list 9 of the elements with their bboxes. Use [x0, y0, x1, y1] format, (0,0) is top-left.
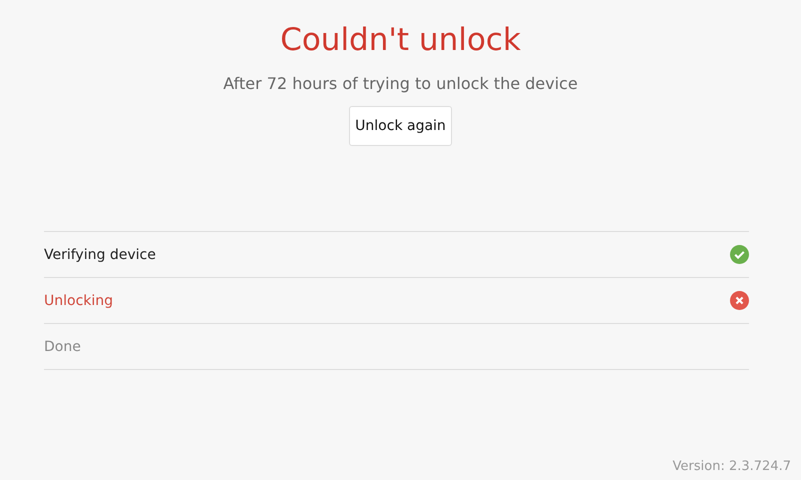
- error-title: Couldn't unlock: [280, 21, 521, 60]
- step-label: Done: [44, 338, 81, 354]
- check-icon: [730, 245, 749, 264]
- error-icon: [730, 291, 749, 310]
- step-label: Unlocking: [44, 292, 114, 308]
- subtitle: After 72 hours of trying to unlock the device: [223, 74, 578, 93]
- version-label: Version: 2.3.724.7: [672, 459, 792, 476]
- step-label: Verifying device: [44, 246, 156, 262]
- unlock-again-button[interactable]: Unlock again: [349, 106, 452, 146]
